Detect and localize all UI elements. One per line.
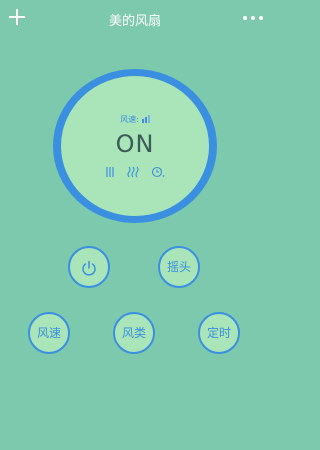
power-button[interactable] [68, 246, 110, 288]
wavy-lines-icon [127, 166, 139, 178]
vertical-lines-icon [106, 167, 114, 177]
clock-icon [151, 166, 165, 178]
signal-bars-icon [141, 115, 150, 125]
mode-indicators [61, 166, 209, 178]
power-icon [82, 260, 96, 276]
status-dial: 风速: ON [61, 76, 209, 216]
timer-button[interactable]: 定时 [198, 312, 240, 354]
top-bar: 美的风扇 [0, 0, 270, 40]
speed-indicator: 风速: [61, 114, 209, 125]
more-dots-icon[interactable] [242, 15, 264, 21]
fan-speed-button[interactable]: 风速 [28, 312, 70, 354]
speed-label: 风速: [120, 115, 139, 124]
page-title: 美的风扇 [108, 14, 161, 29]
power-status: ON [115, 130, 155, 158]
fan-mode-button[interactable]: 风类 [113, 312, 155, 354]
swing-button[interactable]: 摇头 [158, 246, 200, 288]
